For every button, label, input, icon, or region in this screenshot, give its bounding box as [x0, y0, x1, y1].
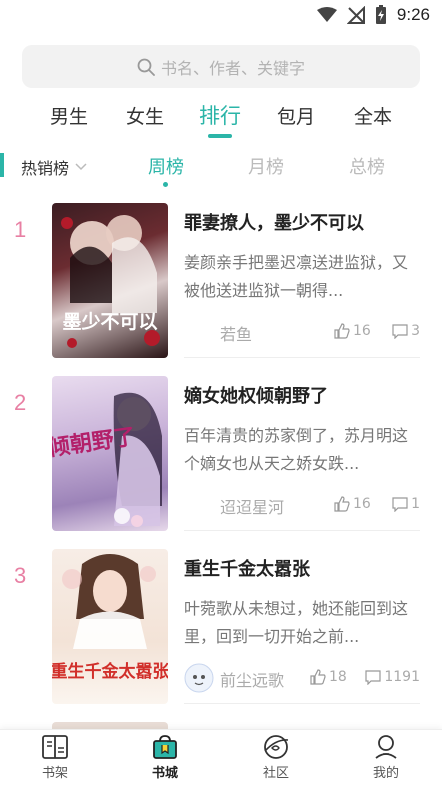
nav-label: 书城 [151, 766, 178, 781]
tab-male[interactable]: 男生 [39, 102, 99, 129]
nav-community[interactable]: 社区 [246, 734, 306, 781]
nav-label: 书架 [41, 766, 68, 781]
nav-label: 我的 [372, 766, 399, 781]
book-title[interactable]: 罪妻撩人，墨少不可以 [184, 209, 364, 235]
comments-value: 1 [411, 496, 420, 512]
likes-value: 16 [353, 496, 371, 512]
book-author[interactable]: 若鱼 [220, 321, 252, 345]
ranking-accent [0, 153, 4, 177]
bottom-nav: 书架 书城 社区 我的 [0, 729, 442, 787]
tab-ranking[interactable]: 排行 [190, 100, 250, 130]
likes-value: 16 [353, 323, 371, 339]
divider [184, 703, 420, 704]
thumbs-up-icon [310, 669, 326, 685]
book-list-item[interactable]: 3 重生千金太嚣张 重生千金太嚣张 叶菀歌从未想过，她还能回到这里，回到一切开始… [0, 549, 442, 719]
book-description: 百年清贵的苏家倒了，苏月明这个嫡女也从天之娇女跌... [184, 426, 409, 473]
book-meta: 迢迢星河 16 1 [184, 494, 420, 518]
book-cover[interactable]: 权倾朝野了 [52, 376, 168, 531]
book-meta: 前尘远歌 18 1191 [184, 663, 420, 693]
book-rank: 3 [14, 563, 27, 588]
ranking-category-dropdown[interactable]: 热销榜 [21, 155, 87, 179]
book-rank: 1 [14, 217, 27, 242]
tab-female[interactable]: 女生 [115, 102, 175, 129]
likes-count[interactable]: 16 [334, 323, 371, 339]
book-title[interactable]: 重生千金太嚣张 [184, 555, 310, 581]
comments-value: 1191 [384, 669, 420, 685]
bookshelf-icon [42, 735, 68, 759]
cover-title: 墨少不可以 [62, 311, 157, 333]
thumbs-up-icon [334, 496, 350, 512]
book-description: 姜颜亲手把墨迟凛送进监狱，又被他送进监狱一朝得... [184, 253, 409, 300]
search-placeholder: 书名、作者、关键字 [160, 58, 305, 78]
nav-label: 社区 [262, 766, 289, 781]
nav-profile[interactable]: 我的 [356, 734, 416, 781]
thumbs-up-icon [334, 323, 350, 339]
ranking-active-dot [163, 182, 168, 187]
book-title[interactable]: 嫡女她权倾朝野了 [184, 382, 328, 408]
no-signal-icon [346, 6, 365, 24]
tab-monthly[interactable]: 包月 [266, 102, 326, 129]
author-avatar[interactable] [184, 663, 214, 693]
book-cover[interactable]: 重生千金太嚣张 [52, 549, 168, 704]
likes-value: 18 [329, 669, 347, 685]
likes-count[interactable]: 18 [310, 669, 347, 685]
book-cover[interactable]: 墨少不可以 [52, 203, 168, 358]
comments-count[interactable]: 3 [392, 323, 420, 339]
likes-count[interactable]: 16 [334, 496, 371, 512]
wifi-icon [316, 7, 337, 22]
ranking-bar: 热销榜 周榜 月榜 总榜 [0, 148, 442, 188]
tab-weekly[interactable]: 周榜 [148, 153, 184, 179]
tab-total[interactable]: 总榜 [349, 153, 385, 179]
ranking-category-label: 热销榜 [21, 159, 70, 178]
comment-icon [365, 669, 381, 685]
search-icon [137, 58, 155, 76]
status-time: 9:26 [396, 5, 430, 24]
comment-icon [392, 323, 408, 339]
book-author[interactable]: 前尘远歌 [220, 667, 284, 691]
book-list-item[interactable]: 2 权倾朝野了 嫡女她权倾朝野了 百年清贵的苏家倒了，苏月明这个嫡女也从天之娇女… [0, 376, 442, 546]
divider [184, 530, 420, 531]
profile-icon [375, 735, 397, 759]
divider [184, 357, 420, 358]
book-rank: 2 [14, 390, 27, 415]
comments-count[interactable]: 1191 [365, 669, 420, 685]
cover-title: 重生千金太嚣张 [52, 661, 168, 682]
community-icon [264, 735, 289, 759]
comments-value: 3 [411, 323, 420, 339]
top-tabs: 男生 女生 排行 包月 全本 [0, 96, 442, 140]
status-icons: 9:26 [316, 5, 430, 25]
tab-complete[interactable]: 全本 [343, 102, 403, 129]
battery-charging-icon [375, 5, 386, 24]
status-bar: 9:26 [0, 0, 442, 32]
search-input[interactable]: 书名、作者、关键字 [22, 45, 420, 88]
tab-month[interactable]: 月榜 [248, 153, 284, 179]
comment-icon [392, 496, 408, 512]
bookstore-icon [153, 735, 177, 759]
chevron-down-icon [75, 163, 87, 171]
comments-count[interactable]: 1 [392, 496, 420, 512]
book-description: 叶菀歌从未想过，她还能回到这里，回到一切开始之前... [184, 599, 409, 646]
book-author[interactable]: 迢迢星河 [220, 494, 284, 518]
tab-active-indicator [208, 134, 232, 138]
book-list-item[interactable]: 1 墨少不可以 罪妻撩人，墨少不可以 姜颜亲手把墨迟凛送进监狱，又被他送进监狱一… [0, 203, 442, 373]
nav-bookstore[interactable]: 书城 [135, 734, 195, 781]
nav-bookshelf[interactable]: 书架 [25, 734, 85, 781]
book-meta: 若鱼 16 3 [184, 321, 420, 345]
